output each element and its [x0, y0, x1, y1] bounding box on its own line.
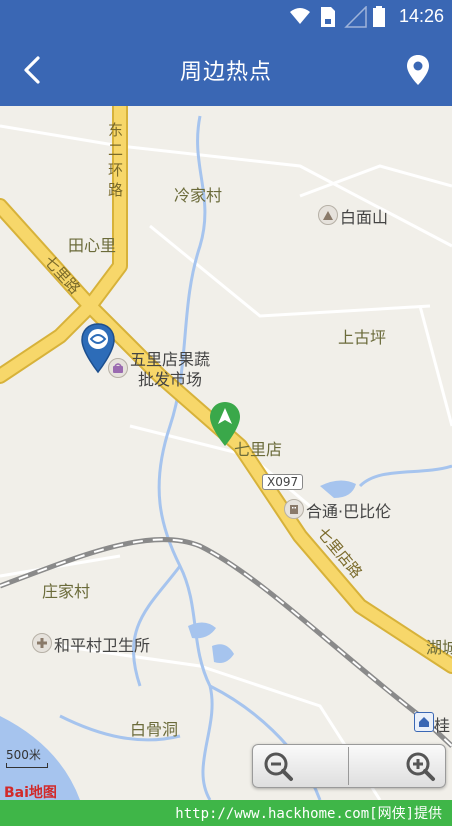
place-label-leng-jia-cun: 冷家村 — [174, 186, 223, 205]
sim-card-icon — [321, 7, 335, 27]
mountain-poi-icon[interactable] — [318, 205, 338, 225]
wifi-icon — [290, 8, 310, 24]
zoom-out-icon — [264, 752, 293, 781]
place-label-hu-cheng: 湖城 — [426, 638, 452, 657]
china-mobile-marker-icon[interactable] — [80, 322, 116, 374]
place-label-bai-gu-dong: 白骨洞 — [130, 720, 179, 739]
road-shield-x097: X097 — [262, 474, 304, 490]
place-label-wu-li-dian-2: 批发市场 — [138, 370, 203, 389]
current-location-marker-icon[interactable] — [208, 400, 242, 448]
map-view[interactable]: 东二环路 七里路 七里店路 冷家村 白面山 田心里 上古坪 五里店果蔬 批发市场… — [0, 106, 452, 800]
zoom-in-icon — [406, 752, 435, 781]
place-label-tian-xin-li: 田心里 — [68, 236, 117, 255]
zoom-in-button[interactable] — [403, 749, 437, 783]
place-label-bai-mian-shan: 白面山 — [340, 208, 389, 227]
place-label-he-ping-cun: 和平村卫生所 — [54, 636, 151, 655]
battery-icon — [373, 6, 385, 27]
road-label-dong-er-huan: 东二环路 — [108, 121, 124, 199]
app-bar: 周边热点 — [0, 34, 452, 106]
status-bar: 14:26 — [0, 0, 452, 34]
status-time: 14:26 — [398, 6, 444, 26]
transit-poi-icon[interactable] — [414, 712, 434, 732]
building-poi-icon[interactable] — [284, 499, 304, 519]
watermark-text: http://www.hackhome.com[网侠]提供 — [175, 806, 442, 822]
zoom-control — [252, 744, 446, 788]
zoom-divider — [348, 747, 349, 785]
place-label-gui: 桂 — [434, 716, 451, 735]
page-title: 周边热点 — [179, 60, 272, 85]
map-scale: 500米 — [6, 746, 48, 768]
place-label-zhuang-jia-cun: 庄家村 — [42, 582, 91, 601]
clinic-poi-icon[interactable] — [32, 633, 52, 653]
place-label-shang-gu-ping: 上古坪 — [338, 328, 387, 347]
signal-icon — [344, 6, 367, 28]
baidu-map-logo: Bai地图 — [4, 785, 57, 800]
location-button[interactable] — [398, 50, 438, 90]
place-label-he-tong: 合通·巴比伦 — [306, 502, 392, 521]
watermark-bar: http://www.hackhome.com[网侠]提供 — [0, 800, 452, 826]
location-pin-icon — [407, 55, 429, 85]
map-scale-bar — [6, 763, 48, 768]
map-scale-label: 500米 — [6, 748, 41, 762]
zoom-out-button[interactable] — [261, 749, 295, 783]
